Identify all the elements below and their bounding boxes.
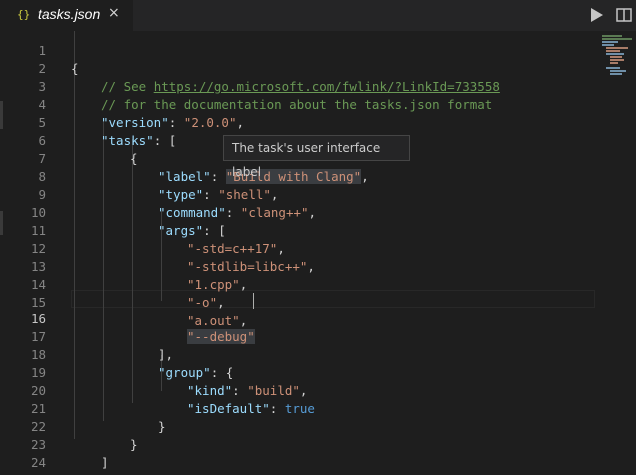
code-line: 23 ] [0,418,636,470]
close-icon[interactable]: × [108,5,120,21]
code-line: 3 // for the documentation about the tas… [0,60,636,112]
tab-title: tasks.json [38,6,101,22]
json-file-icon: {} [17,8,31,21]
code-editor[interactable]: 1 { 2 // See https://go.microsoft.com/fw… [0,31,636,475]
code-line: 14 "-o", [0,258,636,310]
code-line: 19 "kind": "build", [0,346,636,398]
tab-tasks-json[interactable]: {} tasks.json × [0,0,133,31]
code-line: 21 } [0,382,636,434]
code-line: 22 } [0,400,636,452]
run-icon[interactable] [590,8,604,22]
hover-tooltip: The task's user interface label [223,135,410,179]
code-line: 18 "group": { [0,328,636,380]
editor-tab-bar: {} tasks.json × [0,0,636,31]
minimap[interactable] [598,31,636,91]
code-line: 9 "command": "clang++", [0,168,636,220]
code-line: 1 { [0,31,636,76]
code-line-active: 16 "--debug" [0,292,636,344]
code-line: 13 "1.cpp", [0,240,636,292]
code-line: 4 "version": "2.0.0", [0,78,636,130]
code-line: 24 } [0,436,636,475]
code-line: 11 "-std=c++17", [0,204,636,256]
code-line: 10 "args": [ [0,186,636,238]
code-line: 12 "-stdlib=libc++", [0,222,636,274]
code-line: 5 "tasks": [ [0,96,636,148]
split-editor-icon[interactable] [616,8,632,22]
text-cursor [253,293,254,309]
line-number: 24 [30,455,46,470]
code-line: 20 "isDefault": true [0,364,636,416]
code-line: 6 { [0,114,636,166]
code-line: 17 ], [0,310,636,362]
code-line: 2 // See https://go.microsoft.com/fwlink… [0,42,636,94]
